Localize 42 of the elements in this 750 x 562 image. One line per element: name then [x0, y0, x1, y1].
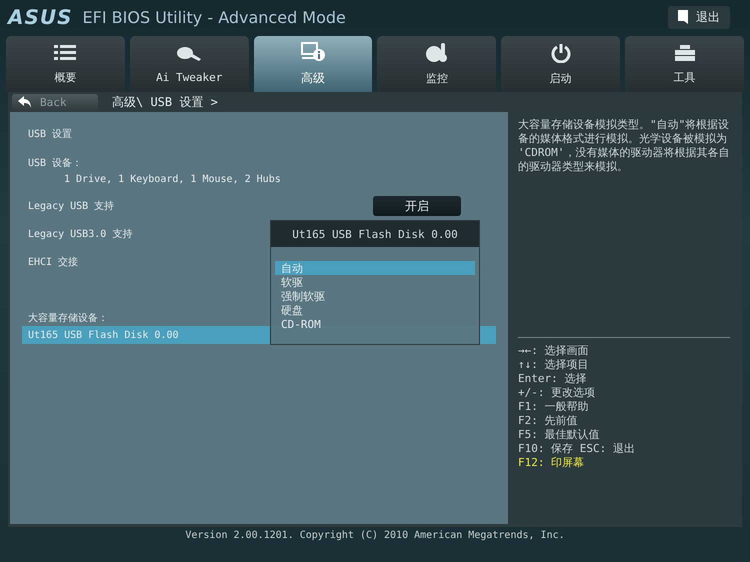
popup-title: Ut165 USB Flash Disk 0.00: [271, 221, 479, 247]
setting-value-button[interactable]: 开启: [373, 196, 461, 216]
breadcrumb: 高级\ USB 设置 >: [112, 94, 218, 110]
logo: ASUS: [8, 5, 73, 29]
thermometer-icon: [426, 42, 448, 62]
key-hint: F1: 一般帮助: [518, 400, 590, 414]
toolbox-icon: [674, 44, 696, 62]
popup-option[interactable]: 自动: [275, 261, 475, 275]
list-icon: [54, 44, 76, 62]
setting-label: Legacy USB 支持: [28, 200, 114, 213]
back-arrow-icon: [18, 96, 32, 108]
key-hint: Enter: 选择: [518, 372, 588, 386]
tab[interactable]: Ai Tweaker: [130, 36, 249, 92]
key-hint: →←: 选择画面: [518, 344, 590, 358]
popup-option[interactable]: 强制软驱: [275, 289, 475, 303]
exit-button[interactable]: 退出: [668, 6, 730, 28]
section-title: USB 设置: [28, 128, 72, 141]
footer-text: Version 2.00.1201. Copyright (C) 2010 American Megatrends, Inc.: [184, 529, 566, 541]
key-hint: +/-: 更改选项: [518, 386, 596, 400]
key-hint: F12: 印屏幕: [518, 456, 586, 470]
setting-label: USB 设备：: [28, 156, 84, 170]
tab[interactable]: 工具: [625, 36, 744, 92]
back-button[interactable]: Back: [12, 94, 98, 110]
tab[interactable]: 启动: [501, 36, 620, 92]
tab[interactable]: 监控: [377, 36, 496, 92]
tab[interactable]: 高级: [254, 36, 372, 92]
popup-option[interactable]: 软驱: [275, 275, 475, 289]
setting-label: EHCI 交接: [28, 256, 78, 269]
window-title: EFI BIOS Utility - Advanced Mode: [82, 8, 347, 26]
key-hint: ↑↓: 选择项目: [518, 358, 590, 372]
section-title: 大容量存储设备：: [28, 312, 108, 325]
exit-icon: [678, 10, 688, 24]
popup-option[interactable]: 硬盘: [275, 303, 475, 317]
key-hint: F10: 保存 ESC: 退出: [518, 442, 636, 456]
help-text: 大容量存储设备模拟类型。"自动"将根据设备的媒体格式进行模拟。光学设备被模拟为 'CDROM'，没有媒体的驱动器将根据其各自的驱动器类型来模拟。: [518, 118, 730, 174]
tab[interactable]: 概要: [6, 36, 125, 92]
monitor-info-icon: [301, 42, 326, 62]
key-hint: F5: 最佳默认值: [518, 428, 600, 442]
power-icon: [550, 42, 571, 62]
setting-label: Legacy USB3.0 支持: [28, 228, 132, 241]
key-hint: F2: 先前值: [518, 414, 578, 428]
device-summary: 1 Drive, 1 Keyboard, 1 Mouse, 2 Hubs: [63, 174, 282, 184]
